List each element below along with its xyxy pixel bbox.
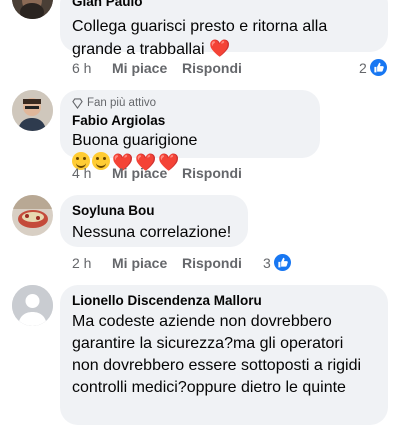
avatar[interactable] — [12, 90, 53, 131]
reaction-count-number: 3 — [263, 254, 271, 271]
reply-button[interactable]: Rispondi — [182, 60, 242, 76]
comment-author[interactable]: Soyluna Bou — [72, 203, 236, 218]
comment-time[interactable]: 4 h — [72, 165, 112, 181]
comment-bubble: Gian Paulo Collega guarisci presto e rit… — [60, 0, 388, 58]
reply-button[interactable]: Rispondi — [182, 255, 242, 271]
comment-actions: 4 h Mi piace Rispondi — [72, 165, 242, 181]
comment-author[interactable]: Lionello Discendenza Malloru — [72, 293, 376, 308]
avatar[interactable] — [12, 285, 53, 326]
comment-text-line: garantire la sicurezza?ma gli operatori — [72, 335, 344, 352]
comment-author[interactable]: Fabio Argiolas — [72, 113, 308, 128]
thumbs-up-icon — [369, 59, 387, 76]
comment-text: Collega guarisci presto e ritorna alla g… — [72, 18, 328, 58]
comment-text-line: Ma codeste aziende non dovrebbero — [72, 313, 332, 330]
reaction-count[interactable]: 3 — [263, 254, 291, 271]
reply-button[interactable]: Rispondi — [182, 165, 242, 181]
comment-text-line: non dovrebbero essere sottoposti a rigid… — [72, 357, 362, 374]
default-profile-icon — [12, 285, 53, 326]
comment-time[interactable]: 2 h — [72, 255, 112, 271]
avatar[interactable] — [12, 0, 53, 19]
comment-actions: 6 h Mi piace Rispondi — [72, 60, 242, 76]
heart-emoji-icon: ❤️ — [209, 39, 231, 58]
comment-text: Ma codeste aziende non dovrebbero garant… — [72, 311, 376, 399]
like-button[interactable]: Mi piace — [112, 60, 182, 76]
comment-bubble: Fan più attivo Fabio Argiolas Buona guar… — [60, 90, 320, 172]
comment-text-line: controlli medici?oppure dietro le quinte — [72, 379, 346, 396]
reaction-count-number: 2 — [359, 59, 367, 76]
like-button[interactable]: Mi piace — [112, 255, 182, 271]
avatar[interactable] — [12, 195, 53, 236]
diamond-icon — [72, 97, 83, 109]
like-button[interactable]: Mi piace — [112, 165, 182, 181]
comment-bubble: Soyluna Bou Nessuna correlazione! — [60, 195, 248, 247]
comment-actions: 2 h Mi piace Rispondi — [72, 255, 242, 271]
thumbs-up-icon — [273, 254, 291, 271]
badge-label: Fan più attivo — [87, 97, 157, 109]
comment-text: Nessuna correlazione! — [72, 224, 232, 241]
comment-time[interactable]: 6 h — [72, 60, 112, 76]
reaction-count[interactable]: 2 — [359, 59, 387, 76]
comment-author[interactable]: Gian Paulo — [72, 0, 376, 10]
comment-bubble: Lionello Discendenza Malloru Ma codeste … — [60, 285, 388, 425]
top-fan-badge: Fan più attivo — [72, 97, 308, 109]
